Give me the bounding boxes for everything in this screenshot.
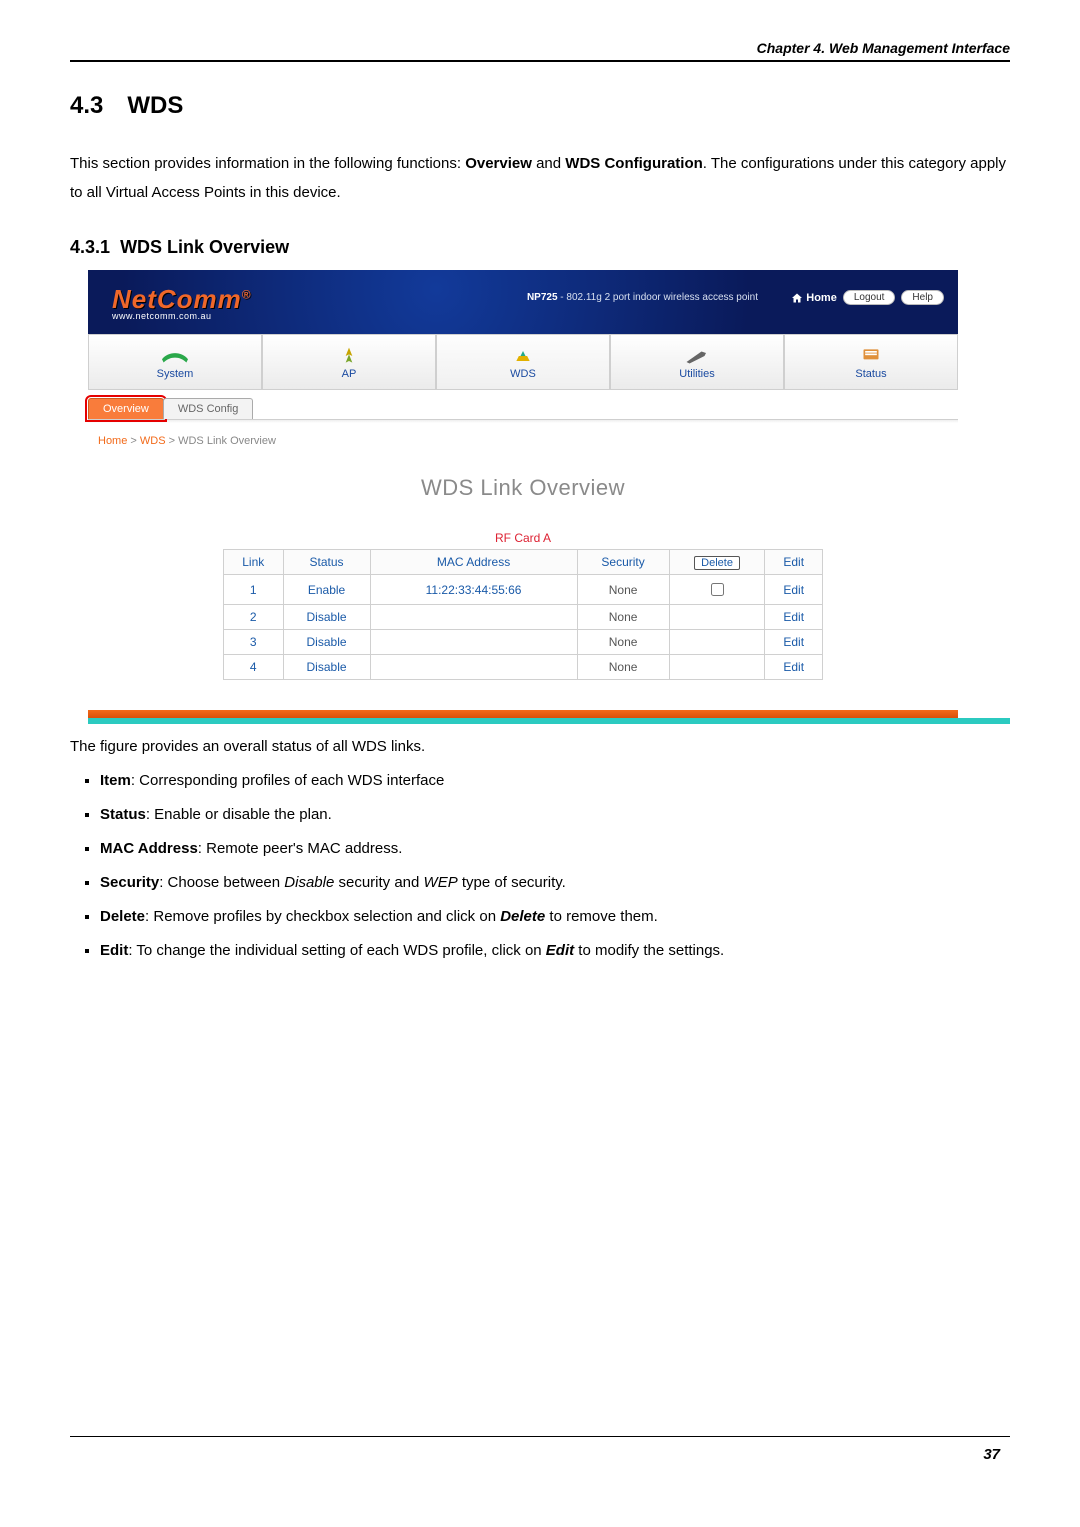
intro-paragraph: This section provides information in the… [70,150,1010,207]
table-row: 2Disable None Edit [224,605,823,630]
sub-tabs: Overview WDS Config [88,398,958,419]
page-rule [70,1436,1010,1437]
th-mac: MAC Address [370,550,577,575]
app-header: NetComm® www.netcomm.com.au NP725 - 802.… [88,270,958,334]
table-row: 4Disable None Edit [224,655,823,680]
ap-icon [339,344,359,368]
th-status: Status [283,550,370,575]
home-icon [791,292,803,304]
cell-link: 1 [224,575,284,605]
cell-security: None [577,655,669,680]
system-icon [162,344,188,368]
crumb-home[interactable]: Home [98,435,127,447]
list-item: MAC Address: Remote peer's MAC address. [100,837,1010,861]
intro-text: and [532,155,565,172]
subsection-name: WDS Link Overview [120,237,289,257]
figure-caption: The figure provides an overall status of… [70,738,1010,755]
home-label: Home [806,292,837,304]
cell-delete [669,630,765,655]
th-security: Security [577,550,669,575]
teal-divider [88,718,1010,724]
list-item: Status: Enable or disable the plan. [100,803,1010,827]
list-item: Delete: Remove profiles by checkbox sele… [100,905,1010,929]
chapter-header: Chapter 4. Web Management Interface [70,40,1010,62]
tab-overview[interactable]: Overview [88,398,164,419]
cell-security: None [577,630,669,655]
utilities-icon [685,344,709,368]
subsection-number: 4.3.1 [70,237,110,257]
cell-edit[interactable]: Edit [765,630,823,655]
product-label: NP725 - 802.11g 2 port indoor wireless a… [527,292,758,303]
th-delete: Delete [669,550,765,575]
list-item: Item: Corresponding profiles of each WDS… [100,769,1010,793]
cell-security: None [577,575,669,605]
cell-status[interactable]: Enable [283,575,370,605]
page-number: 37 [983,1446,1000,1463]
cell-link: 4 [224,655,284,680]
logout-button[interactable]: Logout [843,290,896,305]
screenshot: NetComm® www.netcomm.com.au NP725 - 802.… [88,270,1010,724]
nav-label: AP [342,368,357,380]
intro-wds-config: WDS Configuration [565,155,702,172]
status-icon [860,344,882,368]
cell-link: 2 [224,605,284,630]
nav-label: WDS [510,368,536,380]
cell-delete [669,575,765,605]
cell-mac [370,605,577,630]
nav-label: Status [855,368,886,380]
tab-wds-config[interactable]: WDS Config [163,398,254,419]
nav-utilities[interactable]: Utilities [610,334,784,390]
nav-wds[interactable]: WDS [436,334,610,390]
delete-header-button[interactable]: Delete [694,556,740,570]
cell-mac [370,655,577,680]
cell-link: 3 [224,630,284,655]
main-nav: System AP WDS [88,334,958,390]
cell-mac [370,630,577,655]
section-number: 4.3 [70,92,103,119]
section-name: WDS [127,92,183,119]
wds-icon [512,344,534,368]
cell-edit[interactable]: Edit [765,605,823,630]
list-item: Edit: To change the individual setting o… [100,939,1010,963]
cell-status[interactable]: Disable [283,655,370,680]
crumb-current: WDS Link Overview [178,435,276,447]
intro-text: This section provides information in the… [70,155,465,172]
table-row: 3Disable None Edit [224,630,823,655]
subsection-title: 4.3.1 WDS Link Overview [70,237,1010,258]
cell-edit[interactable]: Edit [765,575,823,605]
cell-delete [669,655,765,680]
screenshot-footer-bar [88,710,958,718]
intro-overview: Overview [465,155,532,172]
nav-label: System [157,368,194,380]
nav-system[interactable]: System [88,334,262,390]
delete-checkbox[interactable] [711,583,724,596]
nav-status[interactable]: Status [784,334,958,390]
cell-delete [669,605,765,630]
cell-status[interactable]: Disable [283,630,370,655]
cell-mac: 11:22:33:44:55:66 [370,575,577,605]
definition-list: Item: Corresponding profiles of each WDS… [70,769,1010,963]
wds-table: Link Status MAC Address Security Delete … [223,549,823,680]
brand-logo: NetComm® [112,284,252,315]
breadcrumb: Home > WDS > WDS Link Overview [98,435,958,447]
cell-edit[interactable]: Edit [765,655,823,680]
nav-label: Utilities [679,368,714,380]
list-item: Security: Choose between Disable securit… [100,871,1010,895]
home-link[interactable]: Home [791,292,837,304]
section-title: 4.3 WDS [70,92,1010,120]
rf-card-title: RF Card A [88,531,958,545]
help-button[interactable]: Help [901,290,944,305]
th-link: Link [224,550,284,575]
crumb-wds[interactable]: WDS [140,435,166,447]
cell-status[interactable]: Disable [283,605,370,630]
panel-title: WDS Link Overview [88,475,958,501]
th-edit: Edit [765,550,823,575]
nav-ap[interactable]: AP [262,334,436,390]
table-row: 1Enable11:22:33:44:55:66None Edit [224,575,823,605]
cell-security: None [577,605,669,630]
